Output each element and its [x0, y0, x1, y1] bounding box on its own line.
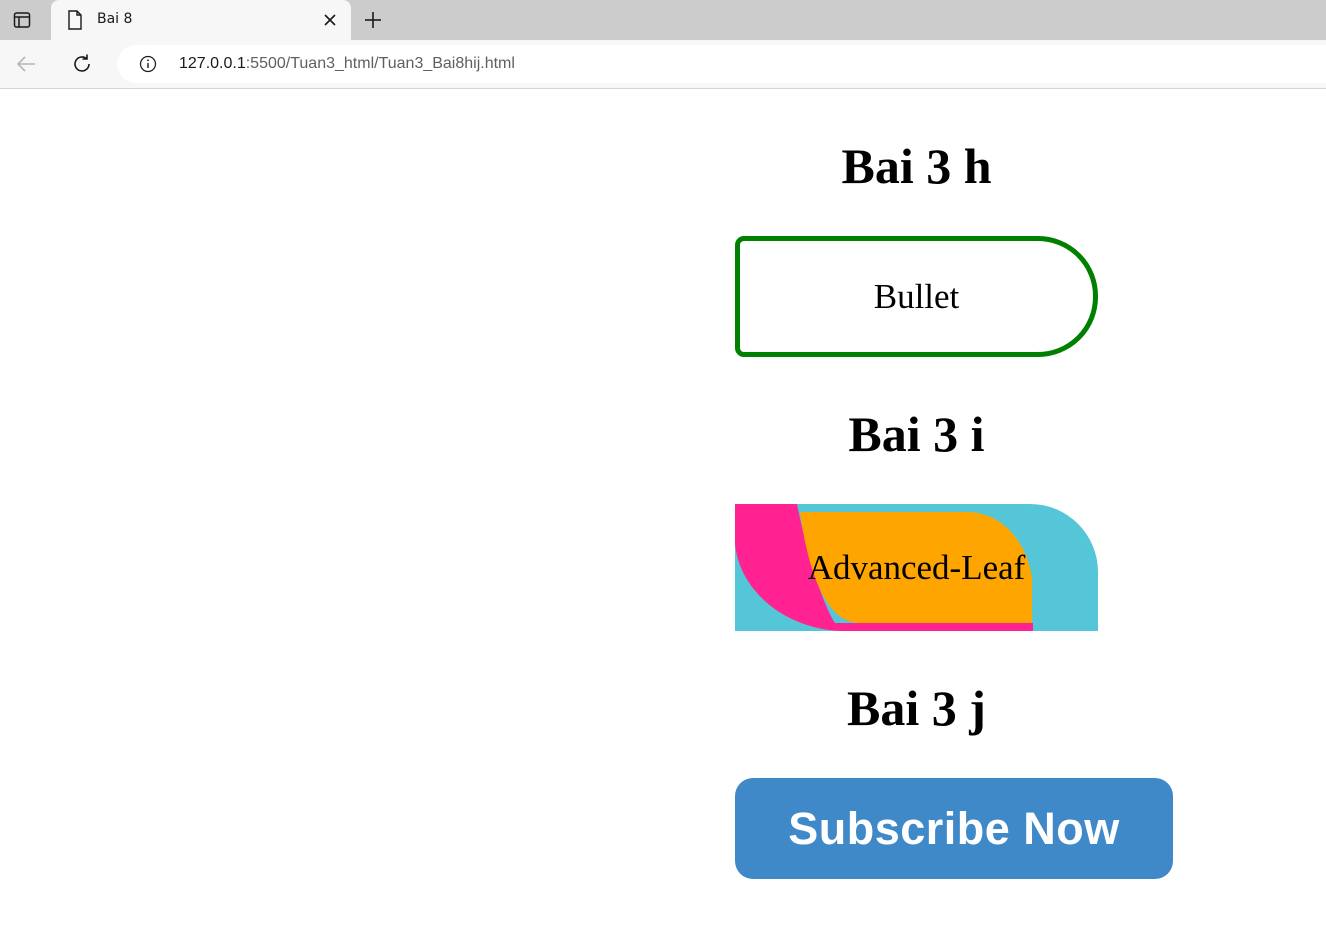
new-tab-icon[interactable]	[363, 10, 383, 30]
section-i-heading: Bai 3 i	[848, 406, 985, 462]
close-tab-icon[interactable]	[323, 13, 337, 27]
url-text[interactable]: 127.0.0.1:5500/Tuan3_html/Tuan3_Bai8hij.…	[179, 55, 515, 73]
tab-title: Bai 8	[97, 11, 133, 27]
subscribe-now-button[interactable]: Subscribe Now	[735, 778, 1173, 879]
info-icon[interactable]	[139, 55, 157, 73]
address-bar[interactable]: 127.0.0.1:5500/Tuan3_html/Tuan3_Bai8hij.…	[117, 45, 1326, 83]
tab-actions-icon[interactable]	[13, 11, 31, 29]
back-arrow-icon[interactable]	[14, 52, 38, 76]
url-path: :5500/Tuan3_html/Tuan3_Bai8hij.html	[245, 55, 515, 72]
advanced-leaf-label: Advanced-Leaf	[807, 548, 1026, 587]
section-h-heading: Bai 3 h	[841, 138, 992, 194]
advanced-leaf-button[interactable]: Advanced-Leaf	[735, 504, 1098, 631]
section-j-heading: Bai 3 j	[847, 680, 986, 736]
reload-icon[interactable]	[70, 52, 94, 76]
url-host: 127.0.0.1	[179, 55, 246, 72]
page-icon	[68, 10, 82, 30]
browser-toolbar: 127.0.0.1:5500/Tuan3_html/Tuan3_Bai8hij.…	[0, 40, 1326, 89]
bullet-button[interactable]: Bullet	[735, 236, 1098, 357]
browser-tab[interactable]: Bai 8	[51, 0, 351, 40]
tab-bar: Bai 8	[0, 0, 1326, 40]
